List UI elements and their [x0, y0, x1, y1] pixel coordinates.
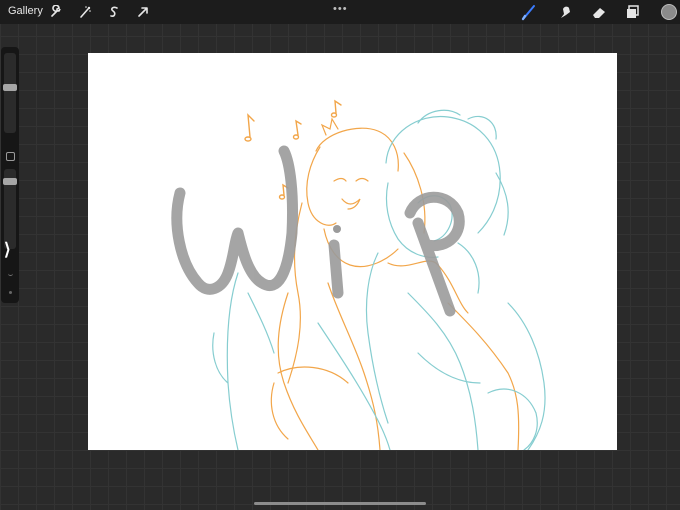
- brush-size-thumb[interactable]: [3, 84, 17, 91]
- wip-watermark: [171, 145, 465, 317]
- brush-icon[interactable]: [520, 3, 538, 21]
- modify-button[interactable]: [6, 152, 15, 161]
- transform-icon[interactable]: [135, 4, 151, 20]
- sketch-artwork: [171, 99, 546, 450]
- adjustments-icon[interactable]: [77, 4, 93, 20]
- opacity-thumb[interactable]: [3, 178, 17, 185]
- redo-icon[interactable]: [9, 291, 12, 294]
- left-sidebar: ⟩: [1, 47, 19, 303]
- brush-size-slider[interactable]: [4, 53, 16, 133]
- top-toolbar: Gallery •••: [0, 0, 680, 24]
- wip-dot: [333, 225, 341, 233]
- smudge-icon[interactable]: [556, 3, 574, 21]
- eraser-icon[interactable]: [590, 3, 608, 21]
- home-indicator[interactable]: [254, 502, 426, 505]
- selection-icon[interactable]: [106, 4, 122, 20]
- gallery-button[interactable]: Gallery: [8, 5, 43, 17]
- undo-icon[interactable]: [8, 272, 13, 276]
- collapse-sidebar-icon[interactable]: ⟩: [4, 240, 11, 260]
- wrench-icon[interactable]: [48, 4, 64, 20]
- drawing-canvas[interactable]: [88, 53, 617, 450]
- more-options-button[interactable]: •••: [333, 3, 348, 15]
- orange-character-lines: [270, 117, 520, 450]
- layers-icon[interactable]: [624, 3, 642, 21]
- color-picker-button[interactable]: [661, 4, 677, 20]
